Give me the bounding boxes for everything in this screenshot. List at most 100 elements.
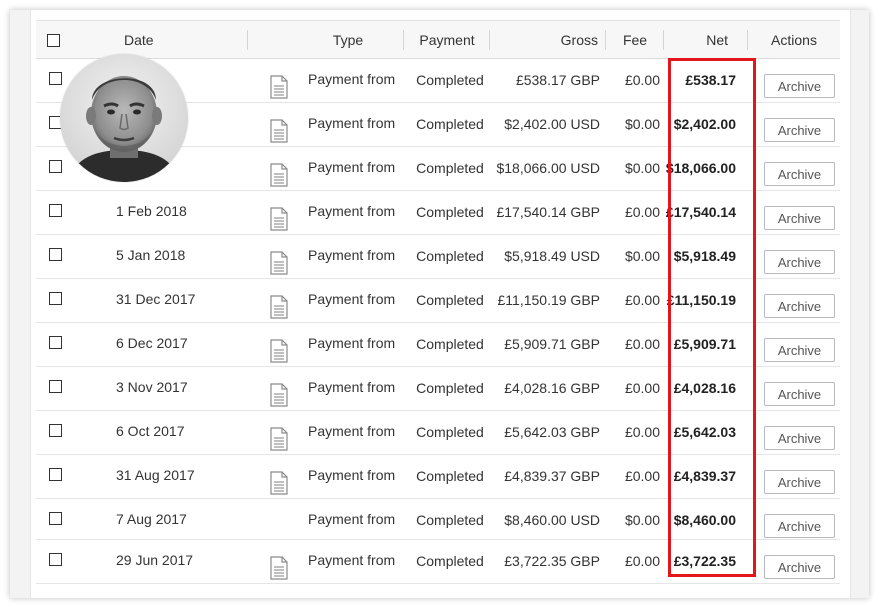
type-cell: Payment from [292, 540, 404, 584]
fee-amount: $0.00 [624, 248, 660, 264]
archive-button[interactable]: Archive [764, 426, 835, 450]
row-checkbox[interactable] [49, 248, 62, 261]
document-icon[interactable] [270, 207, 292, 234]
column-header-gross[interactable]: Gross [490, 20, 606, 59]
column-header-payment[interactable]: Payment [404, 20, 490, 59]
fee-cell: £0.00 [606, 279, 664, 323]
row-checkbox[interactable] [49, 72, 62, 85]
gross-amount: $18,066.00 USD [496, 160, 600, 176]
column-header-type[interactable]: Type [292, 20, 404, 59]
fee-cell: £0.00 [606, 191, 664, 235]
document-icon[interactable] [270, 471, 292, 498]
archive-button[interactable]: Archive [764, 514, 835, 538]
net-amount: £17,540.14 [665, 204, 736, 220]
fee-cell: £0.00 [606, 540, 664, 584]
document-icon[interactable] [270, 295, 292, 322]
row-checkbox[interactable] [49, 380, 62, 393]
gross-amount: £538.17 GBP [515, 72, 600, 88]
type-text: Payment from [308, 552, 396, 568]
payment-status-text: Completed [416, 380, 484, 396]
row-checkbox[interactable] [49, 468, 62, 481]
document-icon[interactable] [270, 339, 292, 366]
column-header-date[interactable]: Date [76, 20, 248, 59]
column-header-net[interactable]: Net [664, 20, 748, 59]
net-cell: £17,540.14 [664, 191, 748, 235]
net-cell: $8,460.00 [664, 499, 748, 540]
archive-button[interactable]: Archive [764, 470, 835, 494]
row-select-cell [36, 499, 76, 540]
net-cell: £538.17 [664, 59, 748, 103]
fee-cell: $0.00 [606, 103, 664, 147]
document-icon[interactable] [270, 427, 292, 454]
archive-button[interactable]: Archive [764, 294, 835, 318]
document-icon[interactable] [270, 556, 292, 583]
icon-cell [248, 411, 292, 455]
payment-cell: Completed [404, 235, 490, 279]
archive-button[interactable]: Archive [764, 74, 835, 98]
gross-cell: $18,066.00 USD [490, 147, 606, 191]
actions-cell: Archive [748, 147, 840, 191]
archive-button[interactable]: Archive [764, 382, 835, 406]
select-all-checkbox[interactable] [47, 34, 60, 48]
icon-cell [248, 191, 292, 235]
fee-cell: £0.00 [606, 411, 664, 455]
fee-cell: £0.00 [606, 59, 664, 103]
table-header-row: Date Type Payment Gross Fee Net Actions [36, 20, 840, 59]
net-cell: $18,066.00 [664, 147, 748, 191]
payment-status-text: Completed [416, 512, 484, 528]
document-icon[interactable] [270, 163, 292, 190]
actions-cell: Archive [748, 235, 840, 279]
archive-button[interactable]: Archive [764, 338, 835, 362]
row-checkbox[interactable] [49, 424, 62, 437]
net-amount: $5,918.49 [673, 248, 736, 264]
row-select-cell [36, 367, 76, 411]
document-icon[interactable] [270, 383, 292, 410]
icon-cell [248, 279, 292, 323]
table-row: 5 Jan 2018 Payment from Completed $5,918.49… [36, 235, 840, 279]
row-select-cell [36, 540, 76, 584]
archive-button[interactable]: Archive [764, 118, 835, 142]
gross-cell: £538.17 GBP [490, 59, 606, 103]
row-checkbox[interactable] [49, 292, 62, 305]
net-cell: £5,909.71 [664, 323, 748, 367]
actions-cell: Archive [748, 455, 840, 499]
type-text: Payment from [308, 379, 396, 395]
gross-cell: £5,909.71 GBP [490, 323, 606, 367]
net-amount: £5,909.71 [673, 336, 736, 352]
row-checkbox[interactable] [49, 512, 62, 525]
payment-status-text: Completed [416, 116, 484, 132]
row-checkbox[interactable] [49, 553, 62, 566]
archive-button[interactable]: Archive [764, 555, 835, 579]
net-cell: £5,642.03 [664, 411, 748, 455]
net-cell: £4,028.16 [664, 367, 748, 411]
actions-cell: Archive [748, 103, 840, 147]
gross-cell: £5,642.03 GBP [490, 411, 606, 455]
document-icon[interactable] [270, 119, 292, 146]
document-icon[interactable] [270, 75, 292, 102]
gross-cell: £4,839.37 GBP [490, 455, 606, 499]
fee-amount: £0.00 [624, 553, 660, 569]
type-text: Payment from [308, 159, 396, 175]
document-icon[interactable] [270, 251, 292, 278]
type-cell: Payment from [292, 455, 404, 499]
type-cell: Payment from [292, 235, 404, 279]
column-header-fee[interactable]: Fee [606, 20, 664, 59]
gross-cell: £17,540.14 GBP [490, 191, 606, 235]
row-select-cell [36, 235, 76, 279]
icon-cell [248, 147, 292, 191]
archive-button[interactable]: Archive [764, 162, 835, 186]
payment-status-text: Completed [416, 468, 484, 484]
payment-cell: Completed [404, 279, 490, 323]
icon-cell [248, 540, 292, 584]
row-checkbox[interactable] [49, 160, 62, 173]
column-header-actions-label: Actions [771, 31, 817, 48]
person-photo-icon [60, 54, 188, 182]
row-checkbox[interactable] [49, 336, 62, 349]
archive-button[interactable]: Archive [764, 250, 835, 274]
payment-status-text: Completed [416, 160, 484, 176]
gross-amount: £4,028.16 GBP [504, 380, 600, 396]
archive-button[interactable]: Archive [764, 206, 835, 230]
table-row: 6 Dec 2017 Payment from Completed £5,909.71… [36, 323, 840, 367]
row-checkbox[interactable] [49, 204, 62, 217]
row-select-cell [36, 279, 76, 323]
